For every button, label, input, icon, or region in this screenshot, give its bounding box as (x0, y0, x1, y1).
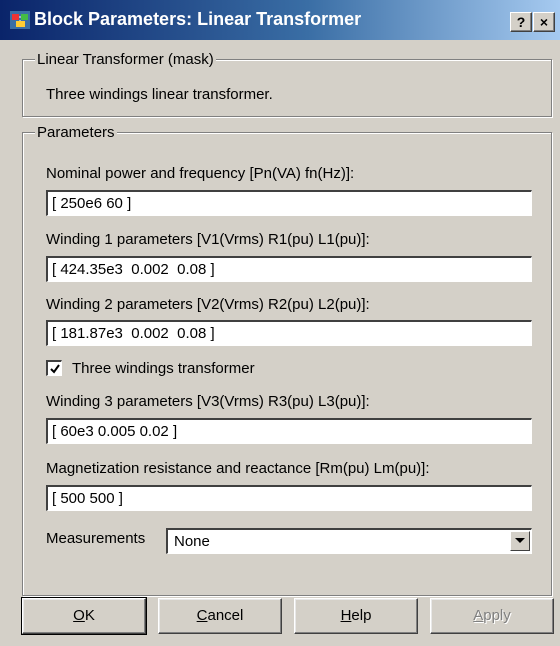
winding1-label: Winding 1 parameters [V1(Vrms) R1(pu) L1… (46, 231, 370, 248)
winding1-input[interactable] (46, 256, 532, 282)
mask-group-legend: Linear Transformer (mask) (35, 51, 216, 68)
title-bar[interactable]: Block Parameters: Linear Transformer ? × (0, 0, 560, 40)
nominal-power-label: Nominal power and frequency [Pn(VA) fn(H… (46, 165, 355, 182)
measurements-dropdown[interactable]: None (166, 528, 532, 554)
winding3-label: Winding 3 parameters [V3(Vrms) R3(pu) L3… (46, 393, 370, 410)
close-icon: × (539, 14, 549, 30)
chevron-down-icon (515, 538, 525, 543)
winding3-input[interactable] (46, 418, 532, 444)
help-label-rest: elp (351, 607, 372, 624)
mask-description-group: Linear Transformer (mask) (22, 51, 552, 117)
ok-button[interactable]: OK (21, 597, 147, 635)
apply-mnemonic: A (473, 607, 484, 624)
winding2-label: Winding 2 parameters [V2(Vrms) R2(pu) L2… (46, 296, 370, 313)
checkmark-icon (50, 364, 60, 374)
mask-description: Three windings linear transformer. (46, 86, 273, 103)
magnetization-input[interactable] (46, 485, 532, 511)
context-help-button[interactable]: ? (510, 12, 532, 32)
window-title: Block Parameters: Linear Transformer (34, 9, 362, 29)
magnetization-label: Magnetization resistance and reactance [… (46, 460, 430, 477)
measurements-selected-value: None (174, 533, 210, 550)
question-mark-icon: ? (516, 14, 526, 30)
close-button[interactable]: × (533, 12, 555, 32)
apply-label-rest: pply (483, 607, 511, 624)
parameters-group-legend: Parameters (35, 124, 117, 141)
help-button[interactable]: Help (294, 598, 418, 634)
help-mnemonic: H (340, 607, 352, 624)
nominal-power-input[interactable] (46, 190, 532, 216)
apply-button[interactable]: Apply (430, 598, 554, 634)
simulink-block-icon (10, 11, 30, 29)
measurements-label: Measurements (46, 530, 146, 547)
dropdown-arrow-button[interactable] (510, 531, 530, 551)
cancel-mnemonic: C (196, 607, 208, 624)
ok-mnemonic: O (73, 607, 85, 624)
three-windings-checkbox[interactable] (46, 360, 62, 376)
ok-label-rest: K (84, 607, 95, 624)
cancel-label-rest: ancel (207, 607, 244, 624)
three-windings-label[interactable]: Three windings transformer (72, 360, 255, 377)
winding2-input[interactable] (46, 320, 532, 346)
cancel-button[interactable]: Cancel (158, 598, 282, 634)
